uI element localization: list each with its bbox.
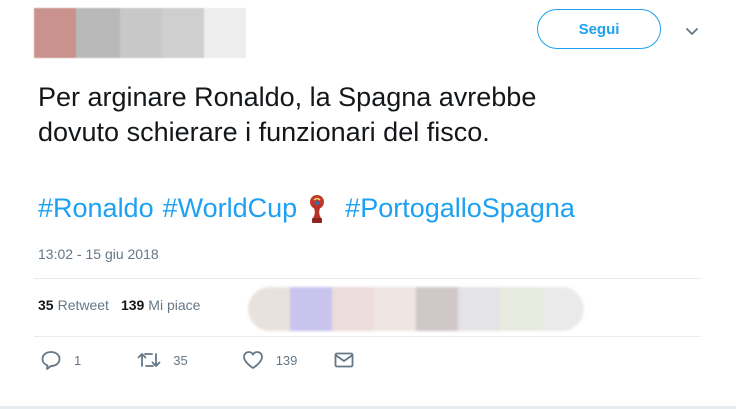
hashtag-ronaldo[interactable]: #Ronaldo [38,191,154,226]
blurred-liker-avatars[interactable] [248,287,584,331]
tweet-text: Per arginare Ronaldo, la Spagna avrebbe … [38,80,698,150]
like-count: 139 [275,352,298,368]
hashtags: #Ronaldo #WorldCup #PortogalloSpagna [38,191,575,226]
divider-top [34,278,701,279]
heart-icon [242,351,263,369]
like-stat[interactable]: 139 Mi piace [121,297,201,313]
follow-button[interactable]: Segui [537,9,661,49]
tweet-actions: 1 35 139 [40,350,355,370]
like-stat-count: 139 [120,297,145,313]
reply-button[interactable]: 1 [40,350,81,370]
retweet-stat-count: 35 [38,297,54,313]
like-button[interactable]: 139 [242,350,298,370]
direct-message-button[interactable] [333,350,355,370]
like-stat-label: Mi piace [148,297,201,313]
world-cup-trophy-icon [310,194,325,223]
hashtag-portogallospagna[interactable]: #PortogalloSpagna [345,191,575,226]
divider-bottom [34,336,701,337]
retweet-button[interactable]: 35 [137,350,188,370]
retweet-stat[interactable]: 35 Retweet [38,297,109,313]
envelope-icon [335,352,354,368]
retweet-stat-label: Retweet [57,297,109,313]
reply-icon [41,351,61,370]
tweet-text-line-1: Per arginare Ronaldo, la Spagna avrebbe [38,82,537,112]
hashtag-worldcup[interactable]: #WorldCup [163,191,298,226]
blurred-user-info[interactable] [34,8,246,58]
reply-count: 1 [74,352,82,368]
tweet-stats: 35 Retweet 139 Mi piace [38,297,200,313]
tweet-timestamp[interactable]: 13:02 - 15 giu 2018 [38,246,159,262]
retweet-count: 35 [173,352,188,368]
retweet-icon [137,353,161,367]
chevron-down-icon[interactable] [683,22,701,40]
tweet-text-line-2: dovuto schierare i funzionari del fisco. [38,117,490,147]
